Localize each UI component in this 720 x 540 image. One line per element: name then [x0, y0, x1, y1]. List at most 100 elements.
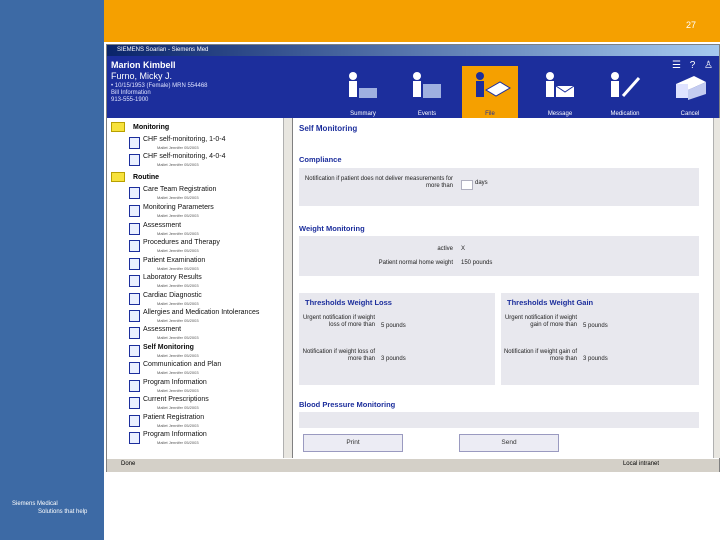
pen-document-icon	[129, 154, 140, 166]
weight-normal-label: Patient normal home weight	[378, 260, 453, 266]
tree-group-monitoring[interactable]: Monitoring	[111, 122, 169, 133]
person-icon	[413, 72, 441, 98]
nav-cancel-button[interactable]: Cancel	[662, 66, 718, 118]
person-file-icon	[476, 72, 511, 97]
tree-item[interactable]: Current Prescriptions Mallet Jennifer 05/…	[129, 396, 289, 413]
nav-events-button[interactable]: Events	[399, 66, 455, 118]
tree-item-sub: Mallet Jennifer 05/2003	[157, 301, 199, 306]
main-panel: Self Monitoring Compliance Notification …	[293, 118, 713, 458]
printer-icon	[676, 76, 706, 100]
patient-info-line: • 10/15/1953 (Female) MRN 554468	[111, 83, 208, 89]
weight-loss-notify-value[interactable]: 3 pounds	[381, 356, 406, 362]
tree-item[interactable]: Cardiac Diagnostic Mallet Jennifer 05/200…	[129, 292, 289, 309]
tree-item[interactable]: Patient Registration Mallet Jennifer 05/2…	[129, 414, 289, 431]
weight-normal-value[interactable]: 150 pounds	[461, 260, 492, 266]
nav-message-button[interactable]: Message	[532, 66, 588, 118]
tree-item-label: Current Prescriptions	[143, 396, 209, 403]
tree-item[interactable]: Laboratory Results Mallet Jennifer 05/200…	[129, 274, 289, 291]
document-icon	[129, 205, 140, 217]
status-zone: Local intranet	[622, 461, 659, 467]
patient-info-line: 913-555-1900	[111, 97, 149, 103]
weight-loss-notify-label: Notification if weight loss of more than	[302, 349, 375, 362]
document-icon	[129, 380, 140, 392]
tree-item-label: Laboratory Results	[143, 274, 202, 281]
tree-group-label: Routine	[133, 173, 160, 181]
tree-item-sub: Mallet Jennifer 05/2003	[157, 213, 199, 218]
slide-top-band: 27	[104, 0, 720, 42]
tree-item-selected[interactable]: Self Monitoring Mallet Jennifer 05/2003	[129, 344, 289, 361]
siemens-logo: Siemens Medical Solutions that help	[12, 500, 87, 516]
tree-item[interactable]: Program Information Mallet Jennifer 05/20…	[129, 379, 289, 396]
weight-heading: Weight Monitoring	[299, 224, 365, 233]
weight-gain-notify-value[interactable]: 3 pounds	[583, 356, 608, 362]
tree-item-label: Allergies and Medication Intolerances	[143, 309, 260, 316]
tree-item-sub: Mallet Jennifer 05/2003	[157, 405, 199, 410]
tree-item[interactable]: Assessment Mallet Jennifer 05/2003	[129, 326, 289, 343]
tree-item[interactable]: Program Information Mallet Jennifer 05/20…	[129, 431, 289, 448]
tree-item-sub: Mallet Jennifer 05/2003	[157, 162, 199, 167]
tree-item[interactable]: Patient Examination Mallet Jennifer 05/20…	[129, 257, 289, 274]
weight-loss-urgent-value[interactable]: 5 pounds	[381, 323, 406, 329]
status-bar: Done Local intranet	[107, 458, 719, 472]
compliance-heading: Compliance	[299, 155, 342, 164]
document-icon	[129, 397, 140, 409]
slide-left-band	[0, 0, 104, 540]
nav-summary-button[interactable]: Summary	[335, 66, 391, 118]
status-text: Done	[121, 461, 136, 467]
document-icon	[129, 310, 140, 322]
nav-label: Events	[417, 111, 437, 117]
tree-item[interactable]: Allergies and Medication Intolerances Mal…	[129, 309, 289, 326]
patient-info-line[interactable]: Bill Information	[111, 90, 151, 96]
bp-panel	[299, 412, 699, 428]
weight-gain-heading: Thresholds Weight Gain	[507, 298, 594, 307]
tree-item-sub: Mallet Jennifer 05/2003	[157, 440, 199, 445]
tree-item-sub: Mallet Jennifer 05/2003	[157, 231, 199, 236]
tree-group-routine[interactable]: Routine	[111, 172, 159, 183]
nav-file-button[interactable]: File	[462, 66, 518, 118]
nav-label: Cancel	[680, 111, 700, 117]
main-scrollbar[interactable]	[713, 118, 720, 458]
nav-label: Medication	[610, 111, 640, 117]
document-icon	[129, 187, 140, 199]
document-icon	[129, 240, 140, 252]
tree-item-label: Self Monitoring	[143, 344, 194, 351]
tree-item-label: Assessment	[143, 222, 182, 229]
tree-item-label: Cardiac Diagnostic	[143, 292, 202, 299]
tree-item-sub: Mallet Jennifer 05/2003	[157, 388, 199, 393]
compliance-days-input[interactable]	[461, 180, 473, 190]
weight-loss-panel: Thresholds Weight Loss Urgent notificati…	[299, 293, 495, 385]
tree-item-sub: Mallet Jennifer 05/2003	[157, 145, 199, 150]
document-icon	[129, 223, 140, 235]
send-button[interactable]: Send	[459, 434, 559, 452]
tree-scrollbar[interactable]	[283, 118, 292, 458]
weight-active-checkbox[interactable]: X	[461, 246, 465, 252]
document-icon	[129, 415, 140, 427]
pen-document-icon	[129, 137, 140, 149]
nav-label: File	[485, 111, 495, 117]
tree-item-sub: Mallet Jennifer 05/2003	[157, 318, 199, 323]
envelope-icon	[546, 72, 575, 97]
tree-item[interactable]: Communication and Plan Mallet Jennifer 05…	[129, 361, 289, 378]
tree-item-label: CHF self-monitoring, 1-0-4	[143, 136, 226, 143]
tree-item[interactable]: Procedures and Therapy Mallet Jennifer 05…	[129, 239, 289, 256]
tree-item[interactable]: Monitoring Parameters Mallet Jennifer 05/…	[129, 204, 289, 221]
weight-gain-notify-label: Notification if weight gain of more than	[503, 349, 577, 362]
weight-active-label: active	[437, 246, 453, 252]
document-icon	[129, 345, 140, 357]
tree-item-label: Program Information	[143, 379, 207, 386]
document-icon	[129, 327, 140, 339]
nav-medication-button[interactable]: Medication	[597, 66, 653, 118]
window-title-bar: SIEMENS Soarian - Siemens Med	[107, 45, 719, 56]
tree-item[interactable]: Assessment Mallet Jennifer 05/2003	[129, 222, 289, 239]
tree-item[interactable]: CHF self-monitoring, 4-0-4 Mallet Jennife…	[129, 153, 289, 170]
tree-item[interactable]: CHF self-monitoring, 1-0-4 Mallet Jennife…	[129, 136, 289, 153]
weight-gain-urgent-value[interactable]: 5 pounds	[583, 323, 608, 329]
print-button[interactable]: Print	[303, 434, 403, 452]
tree-item-label: Monitoring Parameters	[143, 204, 214, 211]
patient-name: Marion Kimbell	[111, 60, 176, 70]
tree-group-label: Monitoring	[133, 123, 170, 131]
bp-heading: Blood Pressure Monitoring	[299, 400, 396, 409]
document-tree: Monitoring CHF self-monitoring, 1-0-4 Mal…	[107, 118, 293, 458]
tree-item[interactable]: Care Team Registration Mallet Jennifer 05…	[129, 186, 289, 203]
slide-number: 27	[685, 20, 696, 30]
